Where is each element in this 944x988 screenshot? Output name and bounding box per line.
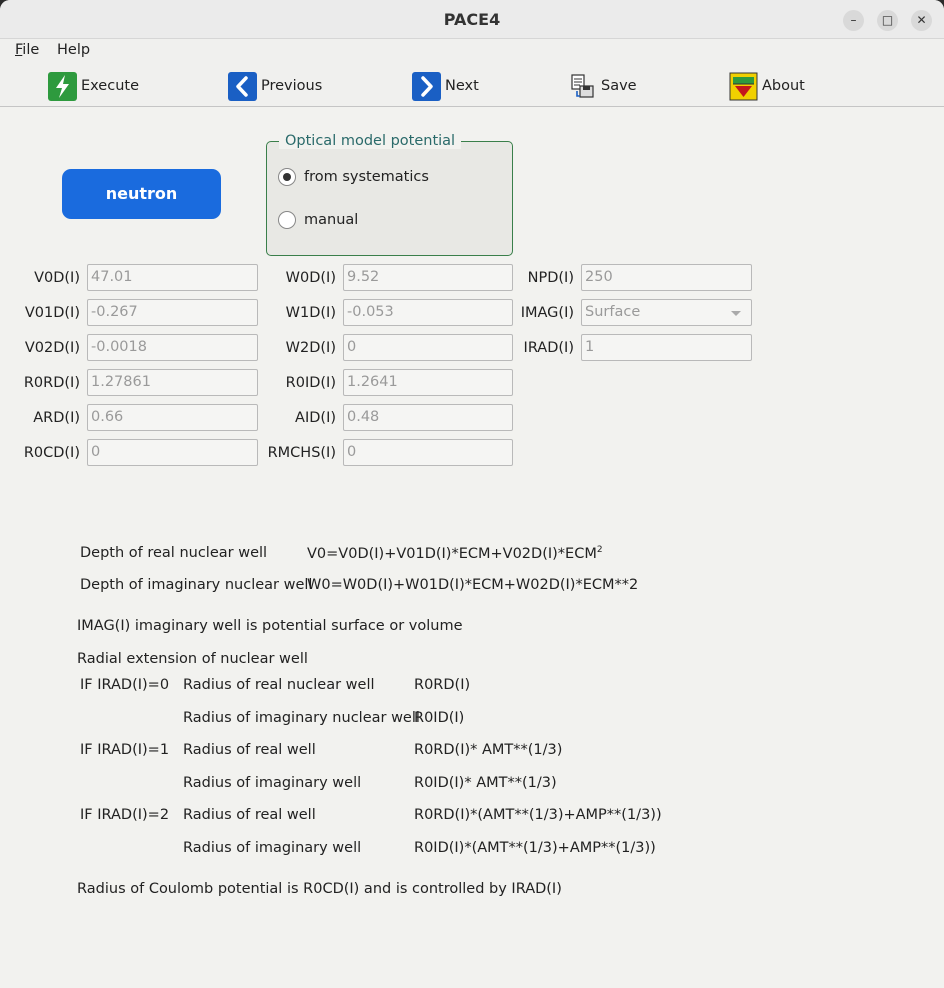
minimize-icon: –: [850, 13, 857, 27]
close-icon: ✕: [916, 13, 927, 27]
ard-field[interactable]: 0.66: [87, 404, 258, 431]
rmchs-label: RMCHS(I): [267, 445, 336, 461]
radial-row-desc: Radius of imaginary nuclear well: [183, 710, 420, 726]
r0id-field[interactable]: 1.2641: [343, 369, 513, 396]
radial-row-desc: Radius of real well: [183, 807, 316, 823]
optical-model-group: Optical model potential from systematics…: [266, 133, 513, 256]
next-label: Next: [445, 78, 479, 94]
w0d-field[interactable]: 9.52: [343, 264, 513, 291]
irad-field[interactable]: 1: [581, 334, 752, 361]
imag-note: IMAG(I) imaginary well is potential surf…: [77, 618, 463, 634]
real-depth-exponent: 2: [596, 545, 603, 555]
radio-manual-label: manual: [304, 212, 359, 228]
menu-bar: File Help: [0, 39, 944, 61]
save-label: Save: [601, 78, 637, 94]
about-label: About: [762, 78, 805, 94]
radio-from-systematics[interactable]: from systematics: [278, 168, 429, 186]
imag-depth-label: Depth of imaginary nuclear well: [80, 577, 313, 593]
lightning-icon: [48, 71, 77, 101]
execute-label: Execute: [81, 78, 139, 94]
menu-help[interactable]: Help: [57, 42, 90, 58]
title-bar[interactable]: PACE4 – □ ✕: [0, 0, 944, 39]
v02d-field[interactable]: -0.0018: [87, 334, 258, 361]
chevron-left-icon: [228, 71, 257, 101]
radial-title: Radial extension of nuclear well: [77, 651, 308, 667]
execute-button[interactable]: Execute: [48, 71, 139, 101]
ard-label: ARD(I): [33, 410, 80, 426]
npd-field[interactable]: 250: [581, 264, 752, 291]
radial-row-expr: R0RD(I)*(AMT**(1/3)+AMP**(1/3)): [414, 807, 662, 823]
real-depth-label: Depth of real nuclear well: [80, 545, 268, 561]
chevron-right-icon: [412, 71, 441, 101]
v0d-field[interactable]: 47.01: [87, 264, 258, 291]
imag-select[interactable]: Surface: [581, 299, 752, 326]
radial-row-expr: R0RD(I)* AMT**(1/3): [414, 742, 563, 758]
radial-row-cond: IF IRAD(I)=2: [80, 807, 170, 823]
v01d-field[interactable]: -0.267: [87, 299, 258, 326]
next-button[interactable]: Next: [412, 71, 479, 101]
radial-row-expr: R0ID(I)*(AMT**(1/3)+AMP**(1/3)): [414, 840, 656, 856]
r0rd-label: R0RD(I): [23, 375, 80, 391]
radial-row-desc: Radius of real well: [183, 742, 316, 758]
minimize-button[interactable]: –: [843, 10, 864, 31]
v0d-label: V0D(I): [34, 270, 80, 286]
menu-file[interactable]: File: [15, 42, 39, 58]
imag-label: IMAG(I): [520, 305, 574, 321]
w2d-label: W2D(I): [285, 340, 336, 356]
real-depth-formula-text: V0=V0D(I)+V01D(I)*ECM+V02D(I)*ECM: [307, 545, 597, 562]
optical-model-title: Optical model potential: [279, 133, 462, 149]
imag-depth-formula: W0=W0D(I)+W01D(I)*ECM+W02D(I)*ECM**2: [307, 577, 639, 593]
about-icon: [729, 72, 758, 101]
w0d-label: W0D(I): [285, 270, 336, 286]
radial-row-cond: IF IRAD(I)=0: [80, 677, 170, 693]
radial-row-desc: Radius of imaginary well: [183, 840, 362, 856]
save-button[interactable]: Save: [568, 71, 637, 101]
v02d-label: V02D(I): [24, 340, 80, 356]
radial-row-expr: R0RD(I): [414, 677, 471, 693]
aid-field[interactable]: 0.48: [343, 404, 513, 431]
r0rd-field[interactable]: 1.27861: [87, 369, 258, 396]
w1d-field[interactable]: -0.053: [343, 299, 513, 326]
npd-label: NPD(I): [527, 270, 574, 286]
app-window: PACE4 – □ ✕ File Help Execute Previous N…: [0, 0, 944, 988]
r0id-label: R0ID(I): [285, 375, 336, 391]
radial-row-expr: R0ID(I): [414, 710, 465, 726]
radio-unselected-icon: [278, 211, 296, 229]
previous-label: Previous: [261, 78, 323, 94]
w1d-label: W1D(I): [285, 305, 336, 321]
close-button[interactable]: ✕: [911, 10, 932, 31]
save-document-icon: [568, 72, 597, 101]
maximize-icon: □: [881, 13, 894, 27]
toolbar: Execute Previous Next Save About: [0, 61, 944, 107]
r0cd-field[interactable]: 0: [87, 439, 258, 466]
about-button[interactable]: About: [729, 71, 805, 101]
main-content: neutron Optical model potential from sys…: [0, 107, 944, 988]
coulomb-note: Radius of Coulomb potential is R0CD(I) a…: [77, 881, 562, 897]
radial-row-desc: Radius of real nuclear well: [183, 677, 375, 693]
w2d-field[interactable]: 0: [343, 334, 513, 361]
radial-row-desc: Radius of imaginary well: [183, 775, 362, 791]
radial-row-cond: IF IRAD(I)=1: [80, 742, 170, 758]
dropdown-arrow-icon: [731, 311, 741, 316]
rmchs-field[interactable]: 0: [343, 439, 513, 466]
radio-from-systematics-label: from systematics: [304, 169, 429, 185]
radio-selected-icon: [278, 168, 296, 186]
irad-label: IRAD(I): [523, 340, 574, 356]
imag-select-value: Surface: [585, 304, 641, 320]
v01d-label: V01D(I): [24, 305, 80, 321]
aid-label: AID(I): [295, 410, 336, 426]
radio-manual[interactable]: manual: [278, 211, 358, 229]
menu-file-label: ile: [22, 42, 40, 58]
window-title: PACE4: [443, 10, 501, 29]
radial-row-expr: R0ID(I)* AMT**(1/3): [414, 775, 557, 791]
maximize-button[interactable]: □: [877, 10, 898, 31]
r0cd-label: R0CD(I): [23, 445, 80, 461]
previous-button[interactable]: Previous: [228, 71, 322, 101]
particle-button[interactable]: neutron: [62, 169, 221, 219]
real-depth-formula: V0=V0D(I)+V01D(I)*ECM+V02D(I)*ECM2: [307, 545, 603, 562]
